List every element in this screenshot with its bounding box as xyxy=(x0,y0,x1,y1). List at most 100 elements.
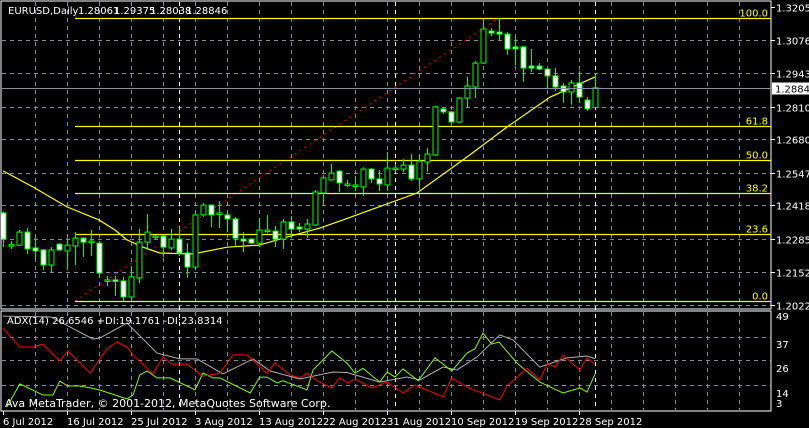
candle-bear xyxy=(584,99,591,110)
candle-bull xyxy=(360,168,367,188)
price-tick-label: 1.32055 xyxy=(776,4,809,15)
candle-bull xyxy=(216,212,223,215)
time-tick-label: 31 Aug 2012 xyxy=(387,417,451,428)
price-tick-label: 1.21520 xyxy=(776,269,809,280)
candle-bear xyxy=(40,249,47,266)
candle-bull xyxy=(264,229,271,233)
candle-bear xyxy=(248,238,255,244)
candle-bear xyxy=(232,218,239,239)
candle-bear xyxy=(408,164,415,180)
candle-bull xyxy=(568,82,575,93)
candles xyxy=(0,17,599,302)
fib-level-label: 0.0 xyxy=(752,292,768,303)
candle-bull xyxy=(48,249,55,266)
candle-bull xyxy=(400,164,407,170)
candle-bull xyxy=(480,28,487,64)
grid xyxy=(2,2,771,410)
time-tick-label: 28 Sep 2012 xyxy=(579,417,642,428)
candle-bear xyxy=(112,279,119,282)
adx-tick-label: 49 xyxy=(776,312,789,323)
candle-bull xyxy=(64,244,71,252)
candle-bear xyxy=(440,108,447,113)
price-tick-label: 1.25475 xyxy=(776,170,809,181)
price-tick-label: 1.29430 xyxy=(776,70,809,81)
candle-bear xyxy=(24,231,31,250)
time-tick-label: 16 Jul 2012 xyxy=(67,417,124,428)
candle-bull xyxy=(136,241,143,279)
candle-bear xyxy=(552,75,559,88)
candle-bear xyxy=(528,65,535,69)
fib-level-label: 61.8 xyxy=(746,117,768,128)
candle-bull xyxy=(280,221,287,240)
candle-bear xyxy=(32,247,39,252)
copyright-text: Ava MetaTrader, © 2001-2012, MetaQuotes … xyxy=(5,397,330,410)
candle-bear xyxy=(0,212,7,240)
candle-bull xyxy=(88,240,95,244)
candle-bear xyxy=(288,221,295,230)
symbol-title: EURUSD,Daily xyxy=(8,6,79,17)
candle-bull xyxy=(416,160,423,180)
candle-bear xyxy=(544,68,551,77)
axes: 1.32055 1.30760 1.29430 1.28100 1.26805 1.254… xyxy=(0,0,809,428)
candle-bull xyxy=(16,231,23,246)
candle-bear xyxy=(520,46,527,69)
candle-bear xyxy=(376,178,383,185)
candle-bear xyxy=(336,170,343,184)
candle-bear xyxy=(96,242,103,274)
price-tick-label: 1.28100 xyxy=(776,104,809,115)
chart-texts: EURUSD,Daily 1.28061 1.29375 1.28038 1.2… xyxy=(5,6,330,410)
candle-bull xyxy=(144,231,151,243)
candle-bull xyxy=(128,276,135,298)
main-panel-border xyxy=(0,0,772,310)
candle-bear xyxy=(184,252,191,268)
candle-bull xyxy=(328,172,335,181)
candle-bull xyxy=(456,97,463,123)
candle-bear xyxy=(120,280,127,298)
candle-bull xyxy=(432,106,439,156)
candle-bear xyxy=(80,237,87,243)
candle-bear xyxy=(296,226,303,230)
candle-bull xyxy=(104,279,111,282)
candle-bear xyxy=(512,46,519,50)
adx-tick-label: 3 xyxy=(776,399,782,410)
candle-bull xyxy=(72,237,79,247)
candle-bear xyxy=(504,33,511,50)
time-tick-label: 6 Jul 2012 xyxy=(3,417,53,428)
candle-bull xyxy=(192,214,199,268)
candle-bull xyxy=(304,223,311,230)
candle-bear xyxy=(160,235,167,248)
candle-bear xyxy=(448,111,455,123)
time-tick-label: 3 Aug 2012 xyxy=(195,417,253,428)
candle-bear xyxy=(56,243,63,251)
candle-bear xyxy=(488,30,495,34)
time-tick-label: 25 Jul 2012 xyxy=(131,417,188,428)
candle-bull xyxy=(152,235,159,239)
price-tick-label: 1.30760 xyxy=(776,37,809,48)
candle-bear xyxy=(224,214,231,220)
candle-bull xyxy=(320,177,327,194)
candle-bull xyxy=(344,183,351,186)
candle-bear xyxy=(536,65,543,70)
candle-bull xyxy=(8,244,15,247)
fib-level-label: 38.2 xyxy=(746,184,768,195)
candle-bear xyxy=(496,31,503,35)
candle-bull xyxy=(200,204,207,216)
adx-tick-label: 37 xyxy=(776,340,789,351)
fib-level-label: 23.6 xyxy=(746,225,768,236)
price-chart[interactable]: 100.061.850.038.223.60.0 1.320551.307601… xyxy=(0,0,809,428)
candle-bull xyxy=(352,184,359,187)
price-tick-label: 1.26805 xyxy=(776,136,809,147)
fib-level-label: 100.0 xyxy=(739,9,768,20)
candle-bull xyxy=(312,191,319,226)
time-tick-label: 10 Sep 2012 xyxy=(451,417,514,428)
candle-bear xyxy=(368,168,375,180)
candle-bull xyxy=(472,62,479,88)
adx-tick-label: 26 xyxy=(776,364,789,375)
candle-bull xyxy=(592,87,599,109)
time-tick-label: 22 Aug 2012 xyxy=(323,417,387,428)
adx-indicator xyxy=(2,315,596,408)
candle-bear xyxy=(272,230,279,240)
candle-bear xyxy=(208,204,215,216)
adx-label: ADX(14) 26.6546 +DI:19.1761 -DI:23.8314 xyxy=(7,316,223,327)
price-tick-label: 1.24180 xyxy=(776,202,809,213)
